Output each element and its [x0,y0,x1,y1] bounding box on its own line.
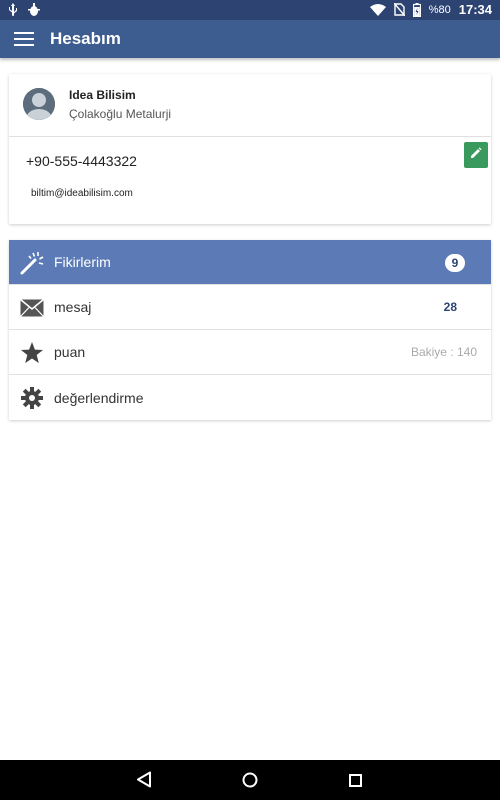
menu-item-label: Fikirlerim [54,254,111,270]
usb-icon [8,3,18,17]
account-menu-list: Fikirlerim 9 mesaj 28 puan Bakiye : 140 [9,240,491,420]
magic-wand-icon [19,250,45,276]
battery-charging-icon [412,2,421,17]
no-sim-icon [393,3,405,16]
profile-email: biltim@ideabilisim.com [31,188,133,199]
back-icon[interactable] [136,771,152,793]
profile-company: Çolakoğlu Metalurji [69,107,172,121]
menu-item-fikirlerim[interactable]: Fikirlerim 9 [9,240,491,285]
hamburger-menu-icon[interactable] [6,20,42,58]
menu-item-label: puan [54,344,86,360]
message-count: 28 [443,300,457,314]
profile-phone: +90-555-4443322 [26,153,137,169]
ideas-count-badge: 9 [445,254,465,272]
menu-item-degerlendirme[interactable]: değerlendirme [9,375,491,420]
star-icon [19,340,45,366]
menu-item-mesaj[interactable]: mesaj 28 [9,285,491,330]
status-bar: %80 17:34 [0,0,500,20]
profile-name: Idea Bilisim [69,88,136,102]
recents-icon[interactable] [349,774,362,792]
menu-item-label: değerlendirme [54,389,144,406]
menu-item-puan[interactable]: puan Bakiye : 140 [9,330,491,375]
gear-icon [19,385,45,411]
avatar[interactable] [23,88,55,120]
clock: 17:34 [458,2,492,17]
edit-profile-button[interactable] [464,142,488,168]
app-bar: Hesabım [0,20,500,58]
wifi-icon [369,3,386,16]
home-icon[interactable] [242,772,258,793]
android-debug-icon [28,3,40,17]
pencil-icon [470,146,482,164]
battery-level: %80 [428,3,451,16]
points-balance: Bakiye : 140 [410,345,477,359]
menu-item-label: mesaj [54,299,92,315]
profile-card: Idea Bilisim Çolakoğlu Metalurji +90-555… [9,74,491,224]
system-nav-bar [0,760,500,800]
page-title: Hesabım [50,29,121,48]
envelope-icon [19,295,45,321]
divider [9,136,491,137]
